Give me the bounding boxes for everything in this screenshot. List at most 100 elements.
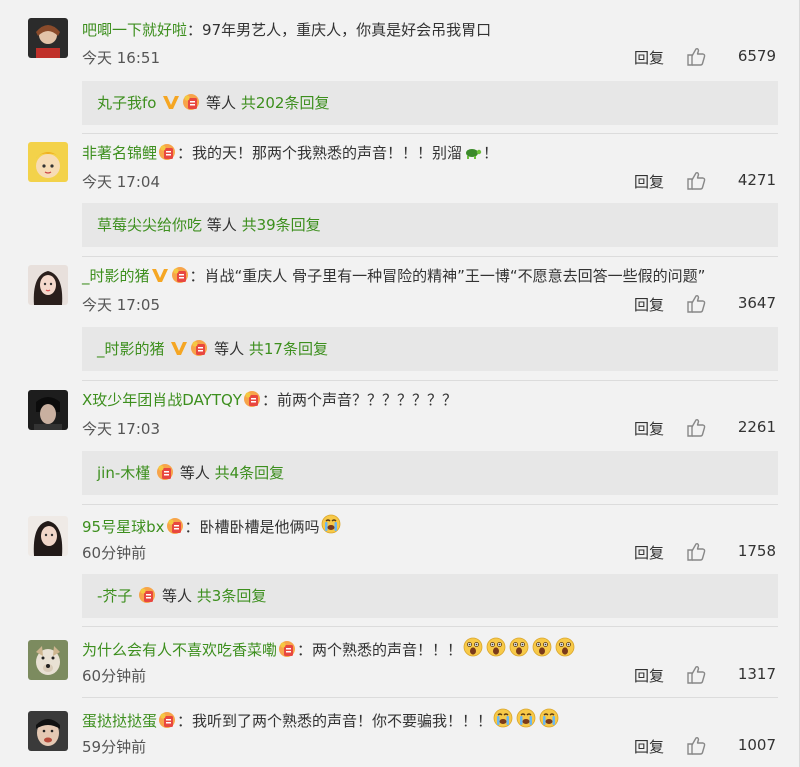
reply-button[interactable]: 回复: [634, 736, 664, 757]
comment-meta: 今天 17:03 回复 2261: [82, 418, 776, 438]
username[interactable]: 吧唧一下就好啦: [82, 21, 187, 39]
colon: ：: [187, 21, 203, 39]
member-badge-icon: [243, 391, 260, 407]
reply-wait-text: 等人: [161, 587, 192, 605]
username[interactable]: 非著名锦鲤: [82, 144, 157, 162]
colon: ：: [177, 144, 193, 162]
reply-total-link[interactable]: 共202条回复: [241, 94, 330, 112]
member-badge-icon: [171, 267, 188, 283]
divider: [82, 380, 778, 381]
like-button[interactable]: 1007: [686, 736, 776, 756]
screaming-emoji: [509, 637, 529, 657]
avatar[interactable]: [28, 142, 68, 182]
reply-author[interactable]: _时影的猪: [97, 340, 165, 358]
comment-meta: 60分钟前 回复 1317: [82, 665, 776, 685]
username[interactable]: 95号星球bx: [82, 518, 165, 536]
reply-total-link[interactable]: 共4条回复: [215, 464, 285, 482]
replies-summary[interactable]: 丸子我fo 等人 共202条回复: [82, 81, 778, 125]
like-button[interactable]: 1758: [686, 542, 776, 562]
colon: ：: [261, 391, 277, 409]
replies-summary[interactable]: _时影的猪 等人 共17条回复: [82, 327, 778, 371]
like-count: 4271: [737, 171, 776, 189]
turtle-emoji: [466, 149, 482, 159]
reply-button[interactable]: 回复: [634, 418, 664, 439]
member-badge-icon: [191, 340, 208, 356]
comment-text: 卧槽卧槽是他俩吗: [199, 518, 320, 536]
comment-line: 吧唧一下就好啦：97年男艺人，重庆人，你真是好会吊我胃口: [82, 20, 491, 40]
vip-v-icon: [171, 342, 188, 355]
replies-summary[interactable]: 草莓尖尖给你吃 等人 共39条回复: [82, 203, 778, 247]
like-button[interactable]: 6579: [686, 47, 776, 67]
divider: [82, 504, 778, 505]
thumbs-up-icon: [687, 295, 706, 313]
colon: ：: [297, 641, 313, 659]
replies-summary[interactable]: jin-木槿 等人 共4条回复: [82, 451, 778, 495]
reply-total-link[interactable]: 共3条回复: [197, 587, 267, 605]
reply-total-link[interactable]: 共39条回复: [242, 216, 321, 234]
thumbs-up-icon: [687, 543, 706, 561]
member-badge-icon: [159, 712, 176, 728]
reply-button[interactable]: 回复: [634, 542, 664, 563]
thumbs-up-icon: [687, 48, 706, 66]
avatar[interactable]: [28, 516, 68, 556]
comment-line: 95号星球bx ：卧槽卧槽是他俩吗: [82, 514, 343, 537]
like-button[interactable]: 3647: [686, 294, 776, 314]
member-badge-icon: [157, 464, 174, 480]
username[interactable]: X玫少年团肖战DAYTQY: [82, 391, 242, 409]
vip-v-icon: [151, 269, 168, 282]
reply-button[interactable]: 回复: [634, 294, 664, 315]
timestamp: 今天 17:04: [82, 173, 160, 191]
thumbs-up-icon: [687, 419, 706, 437]
username[interactable]: 蛋挞挞挞蛋: [82, 712, 157, 730]
like-count: 2261: [737, 418, 776, 436]
member-badge-icon: [279, 641, 296, 657]
timestamp: 59分钟前: [82, 738, 147, 756]
reply-button[interactable]: 回复: [634, 47, 664, 68]
replies-summary[interactable]: -芥子 等人 共3条回复: [82, 574, 778, 618]
timestamp: 今天 16:51: [82, 49, 160, 67]
thumbs-up-icon: [687, 172, 706, 190]
vip-v-icon: [163, 96, 180, 109]
comment-line: 为什么会有人不喜欢吃香菜嘞 ：两个熟悉的声音！！！: [82, 637, 577, 660]
avatar[interactable]: [28, 640, 68, 680]
crying-emoji: [320, 514, 341, 534]
colon: ：: [177, 712, 193, 730]
comment-meta: 今天 16:51 回复 6579: [82, 47, 776, 67]
like-button[interactable]: 4271: [686, 171, 776, 191]
member-badge-icon: [183, 94, 200, 110]
reply-author[interactable]: -芥子: [97, 587, 132, 605]
crying-emoji: [539, 708, 559, 728]
reply-author[interactable]: 草莓尖尖给你吃: [97, 216, 202, 234]
like-count: 3647: [737, 294, 776, 312]
reply-author[interactable]: 丸子我fo: [97, 94, 156, 112]
comment-line: 非著名锦鲤 ：我的天！那两个我熟悉的声音！！！别溜 ！: [82, 142, 498, 163]
reply-button[interactable]: 回复: [634, 665, 664, 686]
comment-text: 前两个声音？？？？？？？: [276, 391, 457, 409]
reply-wait-text: 等人: [179, 464, 210, 482]
username[interactable]: 为什么会有人不喜欢吃香菜嘞: [82, 641, 277, 659]
timestamp: 60分钟前: [82, 667, 147, 685]
avatar[interactable]: [28, 265, 68, 305]
colon: ：: [189, 267, 205, 285]
member-badge-icon: [139, 587, 156, 603]
timestamp: 今天 17:05: [82, 296, 160, 314]
avatar[interactable]: [28, 390, 68, 430]
reply-author[interactable]: jin-木槿: [97, 464, 150, 482]
timestamp: 今天 17:03: [82, 420, 160, 438]
comment-line: 蛋挞挞挞蛋 ：我听到了两个熟悉的声音！你不要骗我！！！: [82, 708, 561, 731]
comment-meta: 60分钟前 回复 1758: [82, 542, 776, 562]
username[interactable]: _时影的猪: [82, 267, 150, 285]
avatar[interactable]: [28, 18, 68, 58]
avatar[interactable]: [28, 711, 68, 751]
comment-text: 我的天！那两个我熟悉的声音！！！别溜: [192, 144, 463, 162]
like-button[interactable]: 1317: [686, 665, 776, 685]
divider: [82, 626, 778, 627]
reply-button[interactable]: 回复: [634, 171, 664, 192]
comment-meta: 今天 17:05 回复 3647: [82, 294, 776, 314]
comment-text: 97年男艺人，重庆人，你真是好会吊我胃口: [202, 21, 492, 39]
comment-text: 肖战“重庆人 骨子里有一种冒险的精神”王一博“不愿意去回答一些假的问题”: [204, 267, 706, 285]
like-button[interactable]: 2261: [686, 418, 776, 438]
screaming-emoji: [555, 637, 575, 657]
reply-total-link[interactable]: 共17条回复: [249, 340, 328, 358]
reply-wait-text: 等人: [206, 216, 237, 234]
